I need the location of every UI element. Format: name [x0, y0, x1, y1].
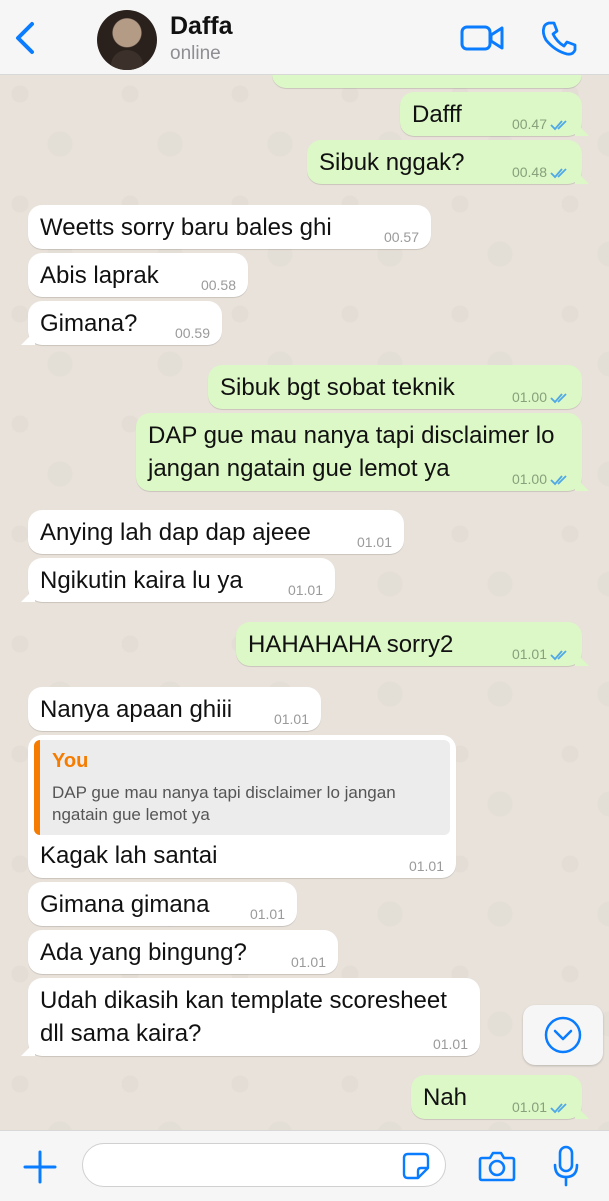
message-bubble-outgoing[interactable]: Nah 01.01 — [411, 1075, 582, 1119]
message-time: 01.01 — [287, 582, 323, 598]
message-text: DAP gue mau nanya tapi disclaimer lo jan… — [148, 422, 555, 482]
message-bubble-incoming[interactable]: Gimana? 00.59 — [28, 301, 222, 345]
message-bubble-incoming[interactable]: Weetts sorry baru bales ghi 00.57 — [28, 205, 431, 249]
message-bubble-incoming[interactable]: Nanya apaan ghiii 01.01 — [28, 687, 321, 731]
message-meta: 01.01 — [512, 1099, 572, 1115]
message-time: 00.47 — [511, 116, 547, 132]
message-bubble-incoming[interactable]: Ngikutin kaira lu ya 01.01 — [28, 558, 335, 602]
phone-call-icon[interactable] — [540, 20, 578, 58]
message-text: Anying lah dap dap ajeee — [40, 519, 311, 546]
message-bubble-outgoing[interactable]: HAHAHAHA sorry2 01.01 — [236, 622, 582, 666]
read-ticks-icon — [550, 1103, 567, 1114]
quote-text: DAP gue mau nanya tapi disclaimer lo jan… — [52, 783, 396, 824]
read-ticks-icon — [550, 475, 567, 486]
message-time: 00.59 — [174, 325, 210, 341]
back-chevron-icon[interactable] — [8, 18, 42, 58]
plus-icon[interactable] — [22, 1149, 58, 1185]
message-text: Udah dikasih kan template scoresheet dll… — [40, 987, 447, 1047]
message-meta: 01.00 — [512, 389, 572, 405]
message-bubble-incoming[interactable]: Anying lah dap dap ajeee 01.01 — [28, 510, 404, 554]
message-input[interactable] — [82, 1143, 446, 1187]
message-time: 01.00 — [511, 389, 547, 405]
message-time: 00.48 — [511, 164, 547, 180]
message-bubble-outgoing[interactable]: Sibuk nggak? 00.48 — [307, 140, 582, 184]
quote-accent-bar — [34, 740, 40, 835]
microphone-icon[interactable] — [552, 1145, 580, 1187]
sticker-icon[interactable] — [402, 1152, 430, 1180]
message-time: 01.01 — [432, 1036, 468, 1052]
quoted-message[interactable]: You DAP gue mau nanya tapi disclaimer lo… — [34, 740, 450, 835]
message-text: Weetts sorry baru bales ghi — [40, 214, 332, 241]
message-bubble-incoming[interactable]: Abis laprak 00.58 — [28, 253, 248, 297]
read-ticks-icon — [550, 120, 567, 131]
message-bubble-outgoing[interactable]: DAP gue mau nanya tapi disclaimer lo jan… — [136, 413, 582, 491]
message-time: 01.01 — [249, 906, 285, 922]
message-time: 01.01 — [356, 534, 392, 550]
video-call-icon[interactable] — [460, 22, 504, 54]
message-time: 01.01 — [290, 954, 326, 970]
message-meta: 01.00 — [512, 471, 572, 487]
message-time: 01.01 — [511, 1099, 547, 1115]
message-meta: 00.47 — [512, 116, 572, 132]
message-time: 01.01 — [511, 646, 547, 662]
read-ticks-icon — [550, 168, 567, 179]
message-time: 01.00 — [511, 471, 547, 487]
message-meta: 01.01 — [512, 646, 572, 662]
message-text: Kagak lah santai — [40, 842, 218, 869]
contact-name[interactable]: Daffa — [170, 12, 233, 41]
message-meta: 00.48 — [512, 164, 572, 180]
scroll-to-bottom-button[interactable] — [523, 1005, 603, 1065]
message-time: 01.01 — [273, 711, 309, 727]
avatar[interactable] — [97, 10, 157, 70]
message-time: 00.57 — [383, 229, 419, 245]
contact-status: online — [170, 43, 221, 64]
chat-header: Daffa online — [0, 0, 609, 75]
message-time: 00.58 — [200, 277, 236, 293]
message-bubble-outgoing[interactable]: Sibuk bgt sobat teknik 01.00 — [208, 365, 582, 409]
quote-author: You — [52, 750, 89, 772]
composer-bar — [0, 1130, 609, 1201]
message-bubble-incoming[interactable]: Ada yang bingung? 01.01 — [28, 930, 338, 974]
read-ticks-icon — [550, 650, 567, 661]
message-time: 01.01 — [408, 858, 444, 874]
message-bubble-incoming[interactable]: Gimana gimana 01.01 — [28, 882, 297, 926]
message-bubble-outgoing[interactable]: Dafff 00.47 — [400, 92, 582, 136]
message-bubble-incoming[interactable]: Udah dikasih kan template scoresheet dll… — [28, 978, 480, 1056]
camera-icon[interactable] — [478, 1149, 516, 1183]
read-ticks-icon — [550, 393, 567, 404]
chevron-down-circle-icon — [544, 1016, 582, 1054]
